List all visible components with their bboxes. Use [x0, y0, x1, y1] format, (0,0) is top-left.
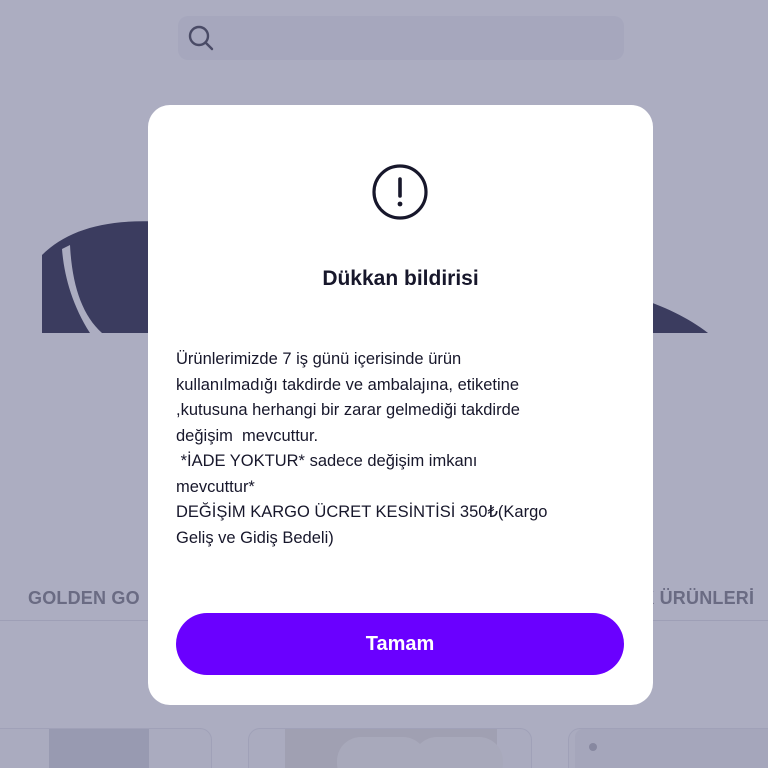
- ok-button[interactable]: Tamam: [176, 613, 624, 675]
- dialog-body-line: mevcuttur*: [176, 477, 255, 496]
- dialog-body-line: DEĞİŞİM KARGO ÜCRET KESİNTİSİ 350₺(Kargo: [176, 503, 548, 521]
- dialog-title: Dükkan bildirisi: [322, 267, 479, 290]
- dialog-body-line: *İADE YOKTUR* sadece değişim imkanı: [176, 452, 478, 470]
- dialog-body-line: kullanılmadığı takdirde ve ambalajına, e…: [176, 375, 520, 394]
- dialog-body-line: değişim mevcuttur.: [176, 426, 319, 445]
- dialog-body-line: ,kutusuna herhangi bir zarar gelmediği t…: [176, 401, 520, 419]
- dialog-body-line: Ürünlerimizde 7 iş günü içerisinde ürün: [176, 350, 462, 368]
- shop-notice-dialog: Dükkan bildirisi Ürünlerimizde 7 iş günü…: [148, 105, 653, 705]
- dialog-body: Ürünlerimizde 7 iş günü içerisinde ürün …: [176, 347, 636, 551]
- dialog-body-line: Geliş ve Gidiş Bedeli): [176, 528, 334, 547]
- app-screen: GOLDEN GO CK ÜRÜNLERİ Dükkan bildirisi Ü…: [0, 0, 768, 768]
- alert-circle-icon: [372, 164, 428, 220]
